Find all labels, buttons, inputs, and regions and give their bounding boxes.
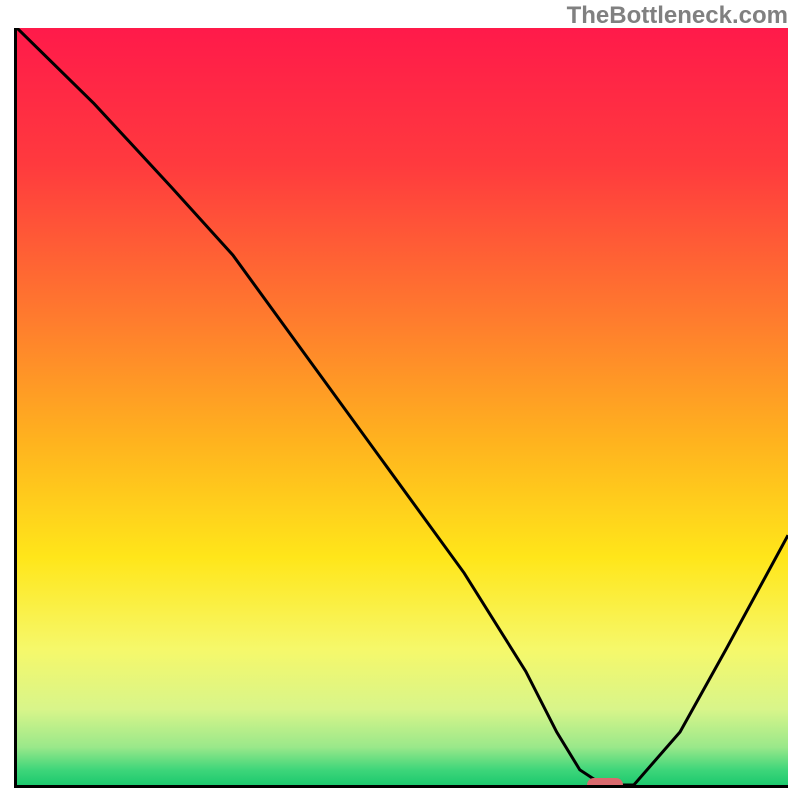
bottleneck-curve: [17, 28, 788, 785]
plot-area: [14, 28, 788, 788]
chart-container: TheBottleneck.com: [0, 0, 800, 800]
optimal-marker: [587, 778, 623, 788]
watermark-text: TheBottleneck.com: [567, 2, 788, 30]
